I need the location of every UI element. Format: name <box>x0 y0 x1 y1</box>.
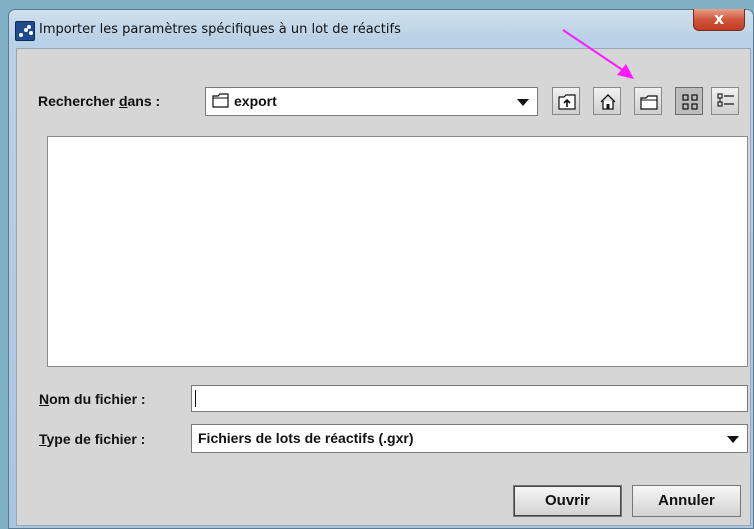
filetype-combobox[interactable]: Fichiers de lots de réactifs (.gxr) <box>191 424 748 453</box>
chevron-down-icon[interactable] <box>517 99 529 106</box>
folder-icon <box>212 93 229 108</box>
filename-label: Nom du fichier : <box>39 391 146 407</box>
filename-input[interactable] <box>191 385 748 412</box>
details-view-button[interactable] <box>711 87 739 115</box>
list-view-icon <box>682 94 698 110</box>
up-one-level-button[interactable] <box>552 87 580 115</box>
up-folder-icon <box>558 94 576 110</box>
dialog-content: Rechercher dans : export Nom du fichier … <box>16 48 751 526</box>
app-logo-icon <box>15 21 35 41</box>
open-button[interactable]: Ouvrir <box>513 485 622 517</box>
current-folder-name: export <box>234 93 277 109</box>
new-folder-button[interactable] <box>634 87 662 115</box>
window-title: Importer les paramètres spécifiques à un… <box>39 22 401 37</box>
cancel-button[interactable]: Annuler <box>632 485 741 517</box>
close-button[interactable]: x <box>693 9 745 31</box>
home-button[interactable] <box>593 87 621 115</box>
file-list-pane[interactable] <box>47 136 748 367</box>
chevron-down-icon[interactable] <box>727 436 739 443</box>
filetype-value: Fichiers de lots de réactifs (.gxr) <box>198 430 414 446</box>
new-folder-icon <box>640 95 658 110</box>
look-in-label: Rechercher dans : <box>38 93 161 109</box>
dialog-window: Importer les paramètres spécifiques à un… <box>8 9 754 529</box>
details-view-icon <box>717 93 734 107</box>
look-in-combobox[interactable]: export <box>205 87 538 116</box>
close-icon: x <box>713 9 725 28</box>
text-caret <box>195 390 196 407</box>
list-view-button[interactable] <box>675 87 703 115</box>
filetype-label: Type de fichier : <box>39 431 146 447</box>
title-bar[interactable]: Importer les paramètres spécifiques à un… <box>9 9 753 48</box>
home-icon <box>600 94 616 110</box>
